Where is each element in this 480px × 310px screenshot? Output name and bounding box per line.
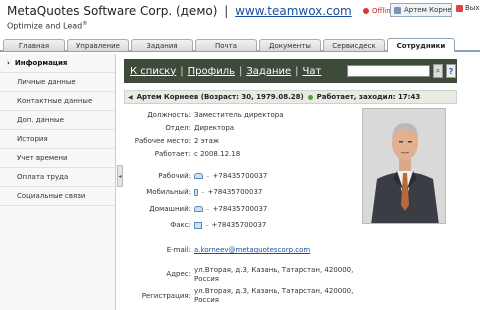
position-label: Должность: [147, 111, 191, 119]
work-phone-label: Рабочий: [158, 172, 191, 180]
sidebar-item-personal[interactable]: Личные данные [0, 73, 115, 92]
email-label: E-mail: [166, 246, 191, 254]
logout-label: Выход [465, 4, 480, 12]
chat-link[interactable]: Чат [303, 66, 322, 77]
mobile-label: Мобильный: [146, 188, 191, 196]
work-phone-row: – +78435700037 [194, 172, 267, 180]
employee-photo [362, 108, 446, 224]
phone-icon [194, 173, 203, 179]
action-separator: | [180, 65, 184, 77]
sidebar-item-payroll[interactable]: Оплата труда [0, 168, 115, 187]
sidebar-item-history[interactable]: История [0, 130, 115, 149]
registered-mark: ® [82, 21, 88, 27]
sidebar-item-contacts[interactable]: Контактные данные [0, 92, 115, 111]
online-status-icon [307, 94, 313, 100]
tab-servicedesk[interactable]: Сервисдеск [323, 39, 385, 51]
company-title: MetaQuotes Software Corp. (демо) | www.t… [7, 4, 352, 18]
work-phone-value[interactable]: +78435700037 [213, 172, 268, 180]
tab-tasks[interactable]: Задания [131, 39, 193, 51]
registration-line2: Россия [194, 296, 219, 304]
fax-label: Факс: [170, 221, 191, 229]
person-title: Артем Корнеев (Возраст: 30, 1979.08.28) [136, 93, 304, 101]
help-icon[interactable]: ? [446, 64, 456, 78]
sidebar-item-social[interactable]: Социальные связи [0, 187, 115, 206]
registration-line1: ул.Вторая, д.3, Казань, Татарстан, 42000… [194, 287, 354, 295]
active-arrow-icon: › [7, 59, 10, 67]
fax-row: – +78435700037 [194, 221, 266, 229]
current-user-button[interactable]: Артем Корнеев [390, 3, 452, 17]
tab-mail[interactable]: Почта [195, 39, 257, 51]
workplace-label: Рабочее место: [134, 137, 191, 145]
app-header: MetaQuotes Software Corp. (демо) | www.t… [0, 0, 480, 36]
dash: – [206, 205, 210, 213]
user-avatar-icon [394, 6, 401, 14]
registration-label: Регистрация: [141, 292, 191, 300]
works-since-label: Работает: [154, 150, 191, 158]
current-user-name: Артем Корнеев [404, 6, 452, 14]
search-input[interactable] [347, 65, 430, 77]
company-name: MetaQuotes Software Corp. (демо) [7, 4, 218, 18]
site-link[interactable]: www.teamwox.com [235, 4, 352, 18]
dash: – [206, 172, 210, 180]
mobile-row: – +78435700037 [194, 188, 262, 196]
workplace-value: 2 этаж [194, 137, 220, 145]
home-phone-value[interactable]: +78435700037 [213, 205, 268, 213]
tab-documents[interactable]: Документы [259, 39, 321, 51]
mobile-phone-icon [194, 188, 198, 196]
portrait-image [363, 109, 445, 223]
person-status: Работает, заходил: 17:43 [316, 93, 421, 101]
sidebar-item-time-tracking[interactable]: Учет времени [0, 149, 115, 168]
profile-link[interactable]: Профиль [188, 66, 235, 77]
tab-home[interactable]: Главная [3, 39, 65, 51]
sidebar-item-label: Информация [14, 59, 68, 67]
sidebar-item-extra[interactable]: Доп. данные [0, 111, 115, 130]
home-phone-row: – +78435700037 [194, 205, 267, 213]
dash: – [205, 221, 209, 229]
home-phone-icon [194, 206, 203, 212]
address-line2: Россия [194, 275, 219, 283]
main-tabs: Главная Управление Задания Почта Докумен… [0, 38, 480, 52]
dash: – [201, 188, 205, 196]
tagline-text: Optimize and Lead [7, 21, 83, 31]
works-since-value: с 2008.12.18 [194, 150, 241, 158]
home-phone-label: Домашний: [149, 205, 191, 213]
task-link[interactable]: Задание [246, 66, 291, 77]
offline-status-icon [363, 8, 369, 14]
department-label: Отдел: [165, 124, 191, 132]
logout-button[interactable]: Выход [456, 4, 480, 12]
address-label: Адрес: [166, 270, 191, 278]
exit-icon [456, 4, 463, 12]
tab-employees[interactable]: Сотрудники [387, 38, 455, 52]
sidebar: › Информация Личные данные Контактные да… [0, 54, 116, 310]
department-value: Директора [194, 124, 235, 132]
address-line1: ул.Вторая, д.3, Казань, Татарстан, 42000… [194, 266, 354, 274]
tab-management[interactable]: Управление [67, 39, 129, 51]
sidebar-item-info[interactable]: › Информация [0, 54, 115, 73]
tagline: Optimize and Lead® [7, 21, 87, 31]
title-separator: | [224, 4, 229, 18]
collapse-arrow-icon[interactable]: ◀ [128, 94, 133, 101]
action-separator: | [238, 65, 243, 77]
mobile-value[interactable]: +78435700037 [208, 188, 263, 196]
position-value: Заместитель директора [194, 111, 284, 119]
fax-icon [194, 221, 202, 229]
action-separator: | [295, 65, 299, 77]
back-to-list-link[interactable]: К списку [130, 66, 176, 77]
person-header: ◀ Артем Корнеев (Возраст: 30, 1979.08.28… [124, 90, 457, 104]
email-link[interactable]: a.korneev@metaquotescorp.com [194, 246, 310, 254]
fax-value[interactable]: +78435700037 [212, 221, 267, 229]
search-icon[interactable]: ⌕ [433, 64, 443, 78]
